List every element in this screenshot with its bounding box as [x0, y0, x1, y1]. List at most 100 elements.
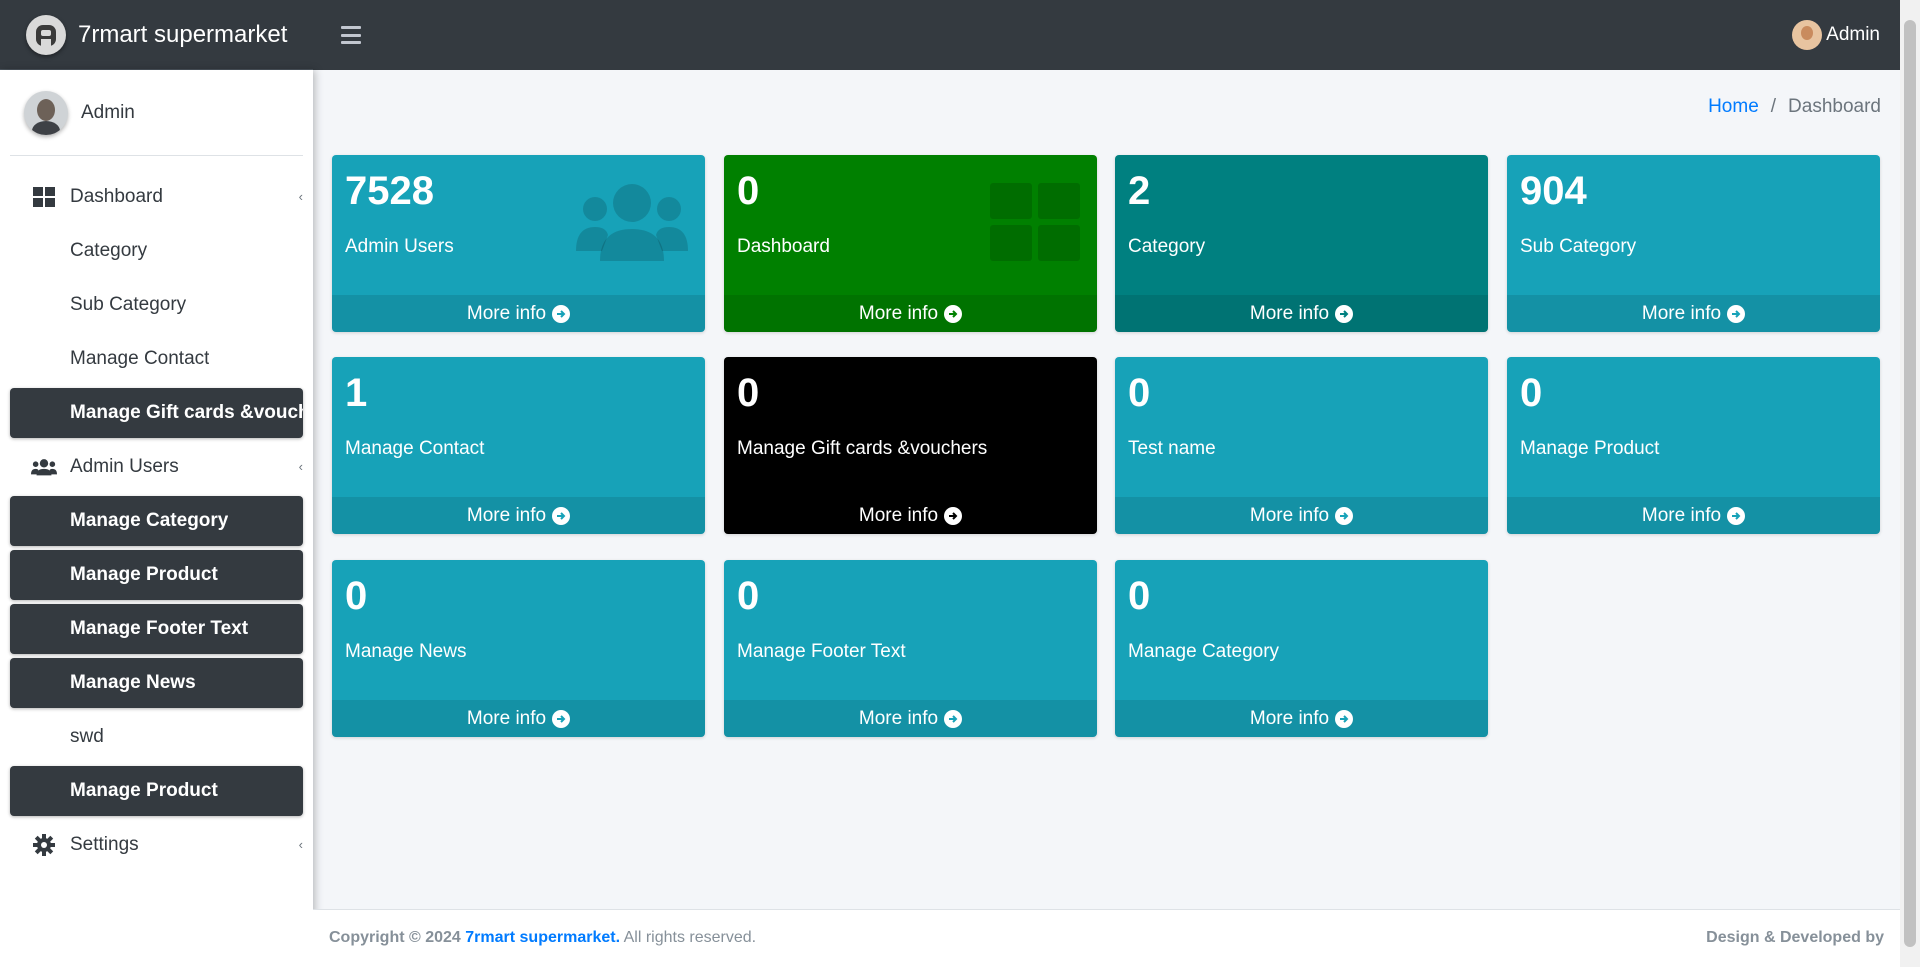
sidebar-item-label: Settings [70, 834, 139, 855]
sidebar-item-category[interactable]: Category [10, 226, 303, 276]
arrow-circle-right-icon [1727, 304, 1746, 323]
more-info-link[interactable]: More info [1507, 295, 1880, 332]
more-info-label: More info [858, 302, 939, 324]
sidebar-item-manage-category[interactable]: Manage Category [10, 496, 303, 546]
brand-logo-icon [26, 14, 66, 55]
user-menu[interactable]: Admin [1792, 20, 1880, 50]
chevron-left-icon: ‹ [298, 837, 303, 852]
stat-box-test-name: 0 Test name More info [1115, 357, 1488, 534]
more-info-link[interactable]: More info [724, 295, 1097, 332]
sidebar-item-label: Manage Gift cards &vouchers [70, 402, 303, 423]
more-info-label: More info [466, 707, 547, 729]
sidebar-item-label: Admin Users [70, 456, 179, 477]
chevron-left-icon: ‹ [298, 459, 303, 474]
sidebar-nav: Dashboard ‹ Category Sub Category Manage… [0, 172, 313, 870]
sidebar-item-swd[interactable]: swd [10, 712, 303, 762]
stat-number: 0 [737, 574, 760, 618]
chevron-left-icon: ‹ [298, 189, 303, 204]
more-info-link[interactable]: More info [1115, 700, 1488, 737]
breadcrumb-separator: / [1770, 96, 1777, 117]
page-footer: Copyright © 2024 7rmart supermarket. All… [313, 909, 1900, 967]
stat-label: Test name [1128, 438, 1216, 459]
stat-number: 2 [1128, 169, 1151, 213]
stat-number: 0 [1128, 371, 1151, 415]
more-info-label: More info [466, 504, 547, 526]
stat-label: Sub Category [1520, 236, 1637, 257]
arrow-circle-right-icon [1335, 506, 1354, 525]
stat-label: Manage Gift cards &vouchers [737, 438, 988, 459]
stat-box-manage-category: 0 Manage Category More info [1115, 560, 1488, 737]
dashboard-icon [990, 183, 1080, 261]
stat-label: Manage Footer Text [737, 641, 906, 662]
stat-box-manage-news: 0 Manage News More info [332, 560, 705, 737]
sidebar-item-manage-product[interactable]: Manage Product [10, 550, 303, 600]
arrow-circle-right-icon [944, 304, 963, 323]
sidebar-item-manage-product-2[interactable]: Manage Product [10, 766, 303, 816]
more-info-link[interactable]: More info [332, 700, 705, 737]
stat-box-manage-product: 0 Manage Product More info [1507, 357, 1880, 534]
stat-box-dashboard: 0 Dashboard More info [724, 155, 1097, 332]
sidebar-user-panel[interactable]: Admin [10, 70, 303, 156]
sidebar-item-manage-news[interactable]: Manage News [10, 658, 303, 708]
stat-number: 7528 [345, 169, 434, 213]
more-info-link[interactable]: More info [724, 497, 1097, 534]
arrow-circle-right-icon [944, 709, 963, 728]
sidebar-item-label: swd [70, 726, 104, 747]
more-info-label: More info [1249, 504, 1330, 526]
more-info-label: More info [1641, 302, 1722, 324]
more-info-label: More info [1641, 504, 1722, 526]
more-info-link[interactable]: More info [1115, 295, 1488, 332]
stat-box-manage-gift-cards: 0 Manage Gift cards &vouchers More info [724, 357, 1097, 534]
rights-text: All rights reserved. [623, 929, 757, 946]
sidebar-item-sub-category[interactable]: Sub Category [10, 280, 303, 330]
gear-icon [31, 834, 57, 856]
sidebar-item-admin-users[interactable]: Admin Users ‹ [10, 442, 303, 492]
sidebar-item-label: Manage Product [70, 780, 218, 801]
stat-number: 904 [1520, 169, 1587, 213]
arrow-circle-right-icon [552, 304, 571, 323]
more-info-link[interactable]: More info [724, 700, 1097, 737]
copyright-text: Copyright © 2024 7rmart supermarket. All… [329, 929, 756, 947]
hamburger-icon[interactable] [338, 22, 364, 48]
sidebar-item-settings[interactable]: Settings ‹ [10, 820, 303, 870]
stat-label: Admin Users [345, 236, 454, 257]
stat-label: Manage Contact [345, 438, 485, 459]
scrollbar[interactable] [1900, 0, 1920, 967]
stat-number: 0 [345, 574, 368, 618]
avatar [1792, 20, 1823, 50]
users-icon [576, 184, 688, 261]
more-info-label: More info [858, 504, 939, 526]
brand-link[interactable]: 7rmart supermarket [0, 0, 313, 70]
breadcrumb-home-link[interactable]: Home [1708, 96, 1759, 117]
more-info-link[interactable]: More info [332, 295, 705, 332]
company-link[interactable]: 7rmart supermarket. [465, 929, 620, 946]
sidebar-item-manage-footer-text[interactable]: Manage Footer Text [10, 604, 303, 654]
more-info-link[interactable]: More info [1115, 497, 1488, 534]
sidebar-item-label: Manage Contact [70, 348, 210, 369]
arrow-circle-right-icon [944, 506, 963, 525]
stat-number: 0 [1520, 371, 1543, 415]
more-info-link[interactable]: More info [332, 497, 705, 534]
scrollbar-thumb[interactable] [1904, 20, 1916, 947]
stat-number: 0 [1128, 574, 1151, 618]
dashboard-icon [31, 187, 57, 207]
sidebar-item-label: Dashboard [70, 186, 163, 207]
stat-label: Manage Category [1128, 641, 1280, 662]
sidebar-item-manage-contact[interactable]: Manage Contact [10, 334, 303, 384]
more-info-link[interactable]: More info [1507, 497, 1880, 534]
more-info-label: More info [1249, 707, 1330, 729]
user-menu-name: Admin [1826, 24, 1880, 45]
stat-label: Dashboard [737, 236, 830, 257]
more-info-label: More info [466, 302, 547, 324]
main-content: Home / Dashboard 7528 Admin Users More inf… [313, 70, 1900, 967]
sidebar-item-label: Manage Footer Text [70, 618, 249, 639]
stat-number: 1 [345, 371, 368, 415]
sidebar-item-dashboard[interactable]: Dashboard ‹ [10, 172, 303, 222]
sidebar-item-label: Category [70, 240, 148, 261]
arrow-circle-right-icon [552, 506, 571, 525]
arrow-circle-right-icon [552, 709, 571, 728]
stat-label: Manage News [345, 641, 467, 662]
sidebar-item-label: Manage News [70, 672, 196, 693]
sidebar-item-manage-gift-cards[interactable]: Manage Gift cards &vouchers [10, 388, 303, 438]
stat-box-manage-footer-text: 0 Manage Footer Text More info [724, 560, 1097, 737]
